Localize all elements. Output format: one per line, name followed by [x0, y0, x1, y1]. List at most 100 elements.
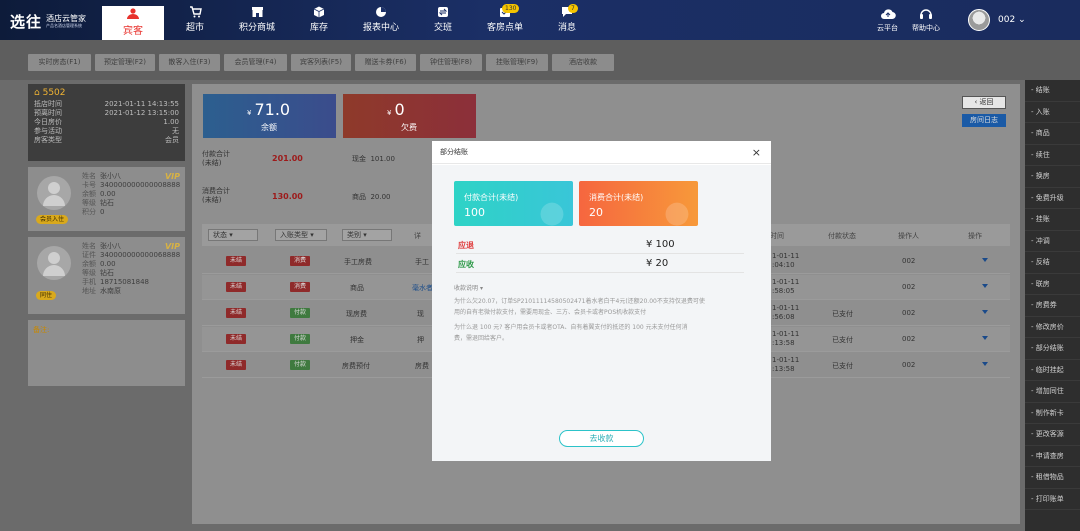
receivable-label: 应收: [458, 260, 474, 269]
pay-total-value: 201.00: [272, 154, 303, 163]
nav-report-center[interactable]: 报表中心: [350, 6, 412, 33]
guest-avatar: [37, 176, 71, 210]
message-icon: [536, 6, 598, 20]
payment-note-line: 为什么退 100 元? 客户用会员卡或者OTA、自有着翼支付的抵还的 100 元…: [454, 324, 688, 331]
sidebar-item-partial-checkout[interactable]: - 部分结账: [1025, 338, 1080, 360]
guest-tag: 同住: [36, 291, 57, 300]
money-bag-icon: ●: [663, 195, 690, 226]
sidebar-item-change-room[interactable]: - 换房: [1025, 166, 1080, 188]
room-order-badge: 130: [502, 4, 520, 13]
tab-members[interactable]: 会员管理(F4): [224, 54, 287, 71]
sidebar-item-extend-stay[interactable]: - 续住: [1025, 145, 1080, 166]
row-action-dropdown[interactable]: [982, 310, 988, 314]
payment-note-line: 为什么欠20.07，订单SP21011114580502471着水者白干4元(还…: [454, 298, 705, 305]
sidebar-item-rent-items[interactable]: - 租借物品: [1025, 467, 1080, 489]
tab-reservation[interactable]: 预定管理(F2): [95, 54, 155, 71]
col-time: 时间: [770, 232, 784, 240]
row-action-dropdown[interactable]: [982, 336, 988, 340]
box-icon: [288, 6, 350, 20]
sidebar-item-goods[interactable]: - 商品: [1025, 123, 1080, 145]
sidebar-item-link-rooms[interactable]: - 联房: [1025, 274, 1080, 295]
row-action-dropdown[interactable]: [982, 258, 988, 262]
sidebar-item-room-coupon[interactable]: - 房费券: [1025, 295, 1080, 317]
tab-guest-list[interactable]: 宾客列表(F5): [291, 54, 351, 71]
cash-value: 101.00: [370, 155, 395, 163]
remarks-label: 备注:: [33, 326, 50, 334]
headset-icon: [912, 8, 940, 23]
cloud-platform-button[interactable]: 云平台: [877, 8, 898, 33]
store-icon: [226, 6, 288, 20]
refund-label: 应退: [458, 241, 474, 250]
row-action-dropdown[interactable]: [982, 284, 988, 288]
nav-inventory[interactable]: 库存: [288, 6, 350, 33]
help-center-button[interactable]: 帮助中心: [912, 8, 940, 33]
sidebar-item-post-charge[interactable]: - 入账: [1025, 102, 1080, 123]
sidebar-item-free-upgrade[interactable]: - 免费升级: [1025, 188, 1080, 209]
col-detail: 详: [414, 232, 421, 240]
guest-tag: 会员入住: [36, 215, 69, 224]
consume-total-card-value: 20: [589, 206, 603, 219]
guest-avatar: [37, 246, 71, 280]
guest-card-main[interactable]: 会员入住 VIP 姓名 张小八 卡号 340000000000008888 余额 0.…: [28, 167, 185, 231]
home-icon: ⌂: [34, 88, 40, 98]
chevron-left-icon: ‹: [974, 98, 978, 106]
status-filter[interactable]: 状态 ▾: [208, 229, 258, 241]
col-operator: 操作人: [898, 232, 919, 240]
debt-value: 0: [394, 100, 405, 119]
cart-icon: [164, 6, 226, 20]
back-button[interactable]: ‹ 返回: [962, 96, 1006, 109]
user-avatar[interactable]: [968, 9, 990, 31]
debt-label: 欠费: [401, 123, 417, 132]
pie-chart-icon: [350, 6, 412, 20]
tab-on-account[interactable]: 挂账管理(F9): [486, 54, 548, 71]
pay-total-card-value: 100: [464, 206, 485, 219]
room-log-button[interactable]: 房间日志: [962, 114, 1006, 127]
sidebar-item-temp-suspend[interactable]: - 临时挂起: [1025, 360, 1080, 381]
sidebar-item-change-source[interactable]: - 更改客源: [1025, 424, 1080, 446]
nav-room-order[interactable]: 客房点单 130: [474, 4, 536, 33]
tab-realtime-status[interactable]: 实时房态(F1): [28, 54, 91, 71]
receivable-value: ¥ 20: [646, 258, 669, 269]
entry-type-filter[interactable]: 入账类型 ▾: [275, 229, 327, 241]
dialog-title: 部分结账: [440, 148, 468, 156]
payment-note-line: 费，需退回给客户。: [454, 335, 509, 342]
action-sidebar: - 结账 - 入账 - 商品 - 续住 - 换房 - 免费升级 - 挂账 - 冲…: [1025, 80, 1080, 531]
user-menu[interactable]: 002 ⌄: [998, 15, 1026, 25]
refund-row: 应退 ¥ 100: [456, 237, 744, 254]
nav-points-mall[interactable]: 积分商城: [226, 6, 288, 33]
row-action-dropdown[interactable]: [982, 362, 988, 366]
nav-handover[interactable]: 交班: [412, 6, 474, 33]
sidebar-item-add-cohabitant[interactable]: - 增加同住: [1025, 381, 1080, 403]
sidebar-item-checkout[interactable]: - 结账: [1025, 80, 1080, 102]
sidebar-item-print-bill[interactable]: - 打印账单: [1025, 489, 1080, 510]
sidebar-item-on-account[interactable]: - 挂账: [1025, 209, 1080, 231]
top-navbar: 选往 酒店云管家 产品名酒店管理系统 宾客 超市 积分商城 库存 报表中心 交班…: [0, 0, 1080, 40]
close-icon[interactable]: ×: [752, 141, 761, 164]
tab-gift-coupons[interactable]: 赠送卡券(F6): [355, 54, 416, 71]
guest-card-cohabitant[interactable]: 同住 VIP 姓名 张小八 证件 340000000000068888 余额 0.00…: [28, 237, 185, 314]
partial-checkout-dialog: 部分结账 × 付款合计(未结) 100 ● 消费合计(未结) 20 ● 应退 ¥…: [432, 141, 771, 461]
sidebar-item-make-card[interactable]: - 制作新卡: [1025, 403, 1080, 424]
nav-messages[interactable]: 消息 7: [536, 4, 598, 33]
tab-hourly[interactable]: 钟住管理(F8): [420, 54, 482, 71]
go-collect-button[interactable]: 去收款: [559, 430, 644, 447]
caret-down-icon: ▾: [479, 285, 483, 292]
consume-total-value: 130.00: [272, 192, 303, 201]
sidebar-item-request-inspection[interactable]: - 申请查房: [1025, 446, 1080, 467]
category-filter[interactable]: 类别 ▾: [342, 229, 392, 241]
logo-sub-text: 酒店云管家: [46, 14, 87, 23]
nav-supermarket[interactable]: 超市: [164, 6, 226, 33]
col-action: 操作: [968, 232, 982, 240]
logo-tagline: 产品名酒店管理系统: [46, 23, 83, 28]
logo-main-text: 选往: [10, 13, 43, 31]
tab-hotel-payment[interactable]: 酒店收款: [552, 54, 614, 71]
remarks-box[interactable]: 备注:: [28, 320, 185, 386]
sidebar-item-modify-rate[interactable]: - 修改房价: [1025, 317, 1080, 338]
room-info-card: ⌂ 5502 抵店时间 2021-01-11 14:13:55 预离时间 2021-…: [28, 84, 185, 161]
nav-guest[interactable]: 宾客: [102, 6, 164, 40]
pay-total-card: 付款合计(未结) 100 ●: [454, 181, 573, 226]
sidebar-item-reverse-checkout[interactable]: - 反结: [1025, 252, 1080, 274]
sidebar-item-adjust[interactable]: - 冲调: [1025, 231, 1080, 252]
payment-notes-toggle[interactable]: 收款说明 ▾: [454, 283, 483, 292]
tab-walk-in[interactable]: 散客入住(F3): [159, 54, 220, 71]
